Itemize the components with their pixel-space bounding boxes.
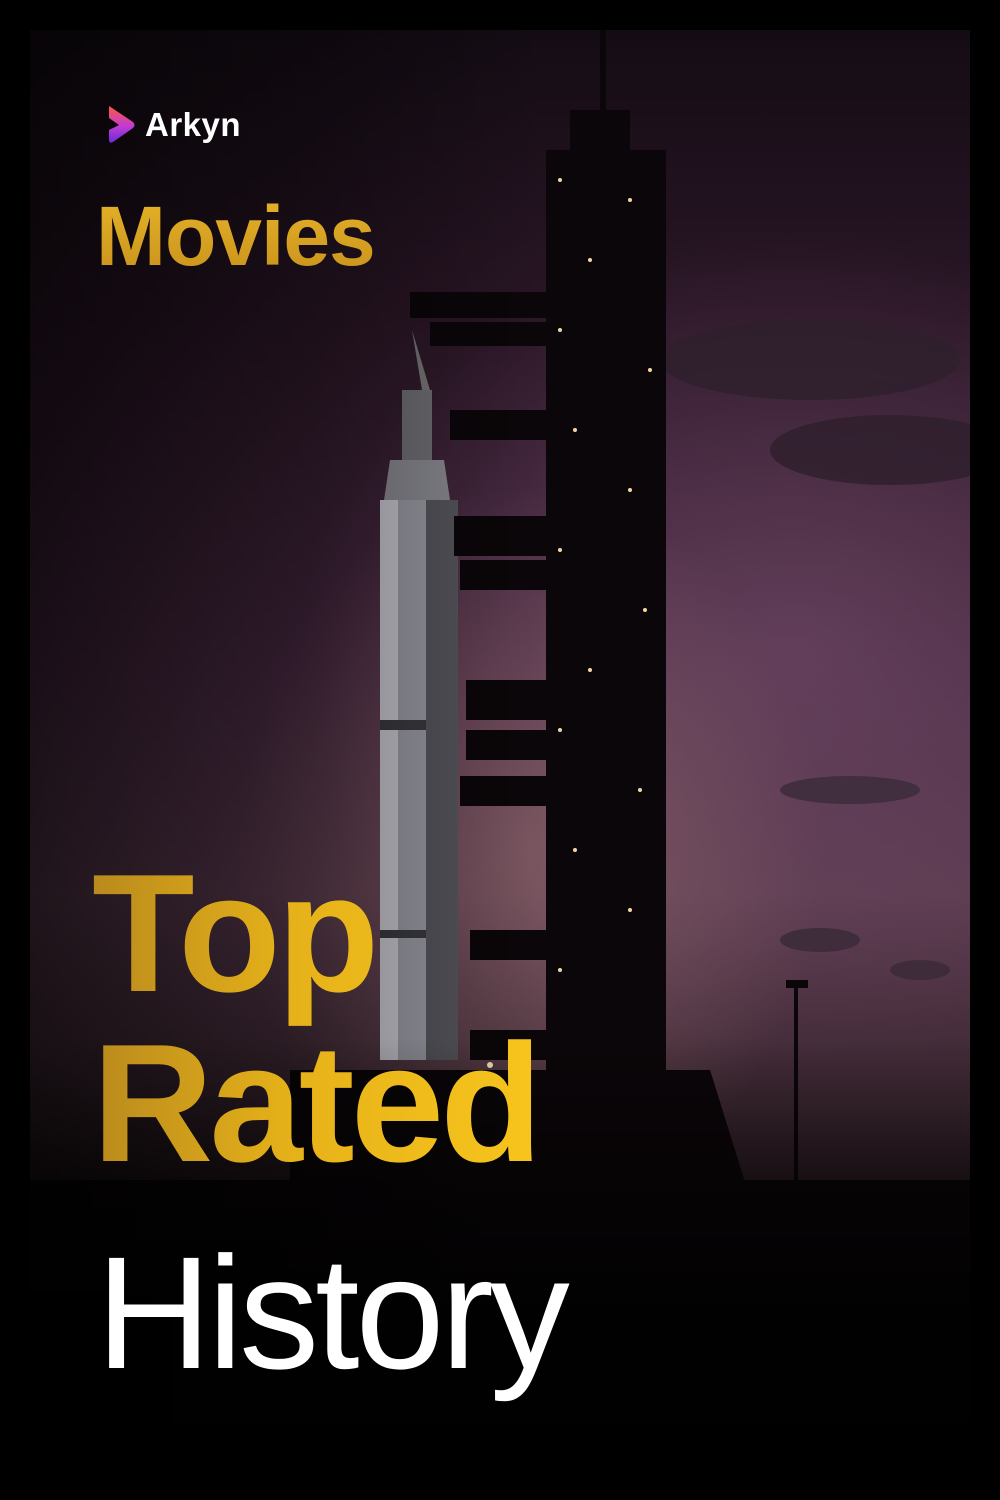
headline: Top Rated [92, 848, 539, 1188]
brand-name: Arkyn [145, 106, 242, 143]
category-title: Movies [96, 189, 376, 283]
genre-subject: History [96, 1223, 570, 1402]
headline-line-2: Rated [92, 1009, 539, 1197]
headline-line-1: Top [92, 839, 376, 1027]
brand-header: Arkyn [105, 104, 241, 146]
play-heart-logo-icon [109, 106, 135, 143]
